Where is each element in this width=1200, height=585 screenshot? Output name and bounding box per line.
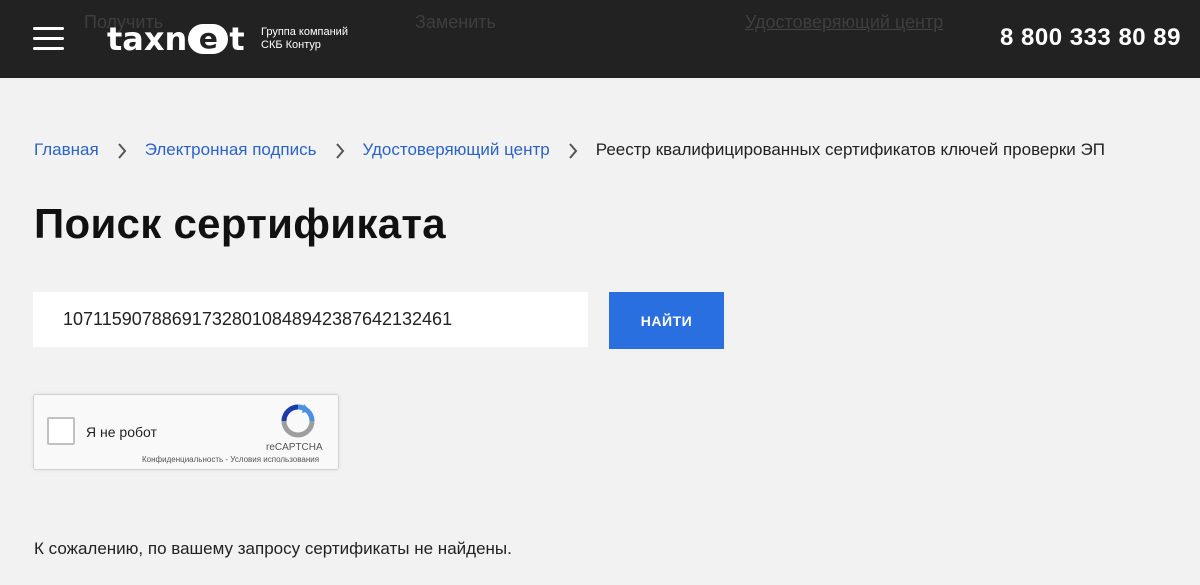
- breadcrumb-e-signature[interactable]: Электронная подпись: [145, 140, 317, 160]
- breadcrumb-current: Реестр квалифицированных сертификатов кл…: [595, 140, 1105, 159]
- chevron-right-icon: [99, 140, 145, 160]
- search-button[interactable]: НАЙТИ: [609, 292, 724, 349]
- recaptcha-label: Я не робот: [86, 424, 157, 440]
- nav-item-replace[interactable]: Заменить: [415, 12, 496, 33]
- phone-number[interactable]: 8 800 333 80 89: [1000, 24, 1181, 52]
- certificate-search-input[interactable]: [33, 292, 588, 347]
- recaptcha-checkbox[interactable]: [47, 417, 75, 445]
- chevron-right-icon: [317, 140, 363, 160]
- recaptcha-widget: Я не робот reCAPTCHA Конфиденциальность …: [33, 394, 339, 470]
- tagline-line-2: СКБ Контур: [261, 39, 321, 51]
- recaptcha-terms-link[interactable]: Условия использования: [230, 455, 319, 464]
- nav-item-certification-center[interactable]: Удостоверяющий центр: [745, 12, 943, 33]
- logo-text-part2: t: [229, 20, 245, 58]
- taxnet-logo[interactable]: taxn e t: [107, 17, 245, 61]
- breadcrumb-home[interactable]: Главная: [34, 140, 99, 160]
- logo-text-part1: taxn: [107, 20, 188, 58]
- recaptcha-privacy-link[interactable]: Конфиденциальность: [142, 455, 223, 464]
- page-title: Поиск сертификата: [34, 200, 446, 247]
- hamburger-menu-icon[interactable]: [33, 27, 64, 51]
- recaptcha-brand: reCAPTCHA: [266, 442, 323, 453]
- recaptcha-links: Конфиденциальность - Условия использован…: [142, 455, 319, 464]
- chevron-right-icon: [550, 140, 596, 160]
- breadcrumb-certification-center[interactable]: Удостоверяющий центр: [363, 140, 550, 160]
- breadcrumb: Главная Электронная подпись Удостоверяющ…: [34, 139, 1105, 161]
- logo-e-badge: e: [188, 24, 229, 54]
- site-header: Получить Заменить Удостоверяющий центр t…: [0, 0, 1200, 78]
- recaptcha-logo-icon: [281, 404, 315, 438]
- company-tagline: Группа компаний СКБ Контур: [261, 26, 348, 52]
- tagline-line-1: Группа компаний: [261, 26, 348, 38]
- search-result-message: К сожалению, по вашему запросу сертифика…: [34, 539, 512, 558]
